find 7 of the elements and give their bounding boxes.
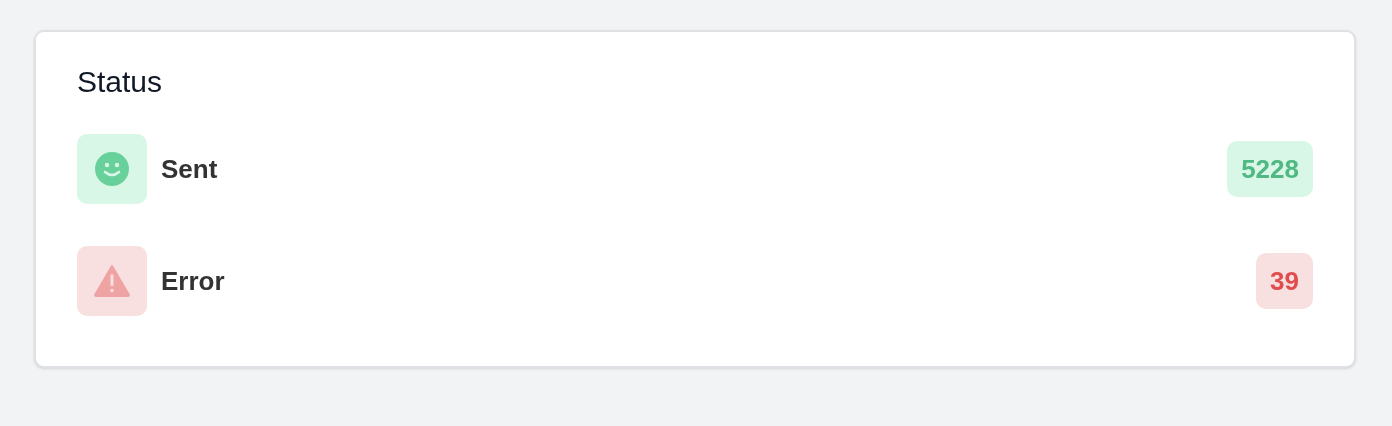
status-label: Error [161, 264, 225, 298]
warning-icon [94, 265, 130, 297]
card-title: Status [77, 64, 164, 100]
status-label: Sent [161, 152, 218, 186]
count-badge: 39 [1256, 253, 1313, 309]
smiley-icon [94, 151, 130, 187]
count-badge: 5228 [1227, 141, 1313, 197]
